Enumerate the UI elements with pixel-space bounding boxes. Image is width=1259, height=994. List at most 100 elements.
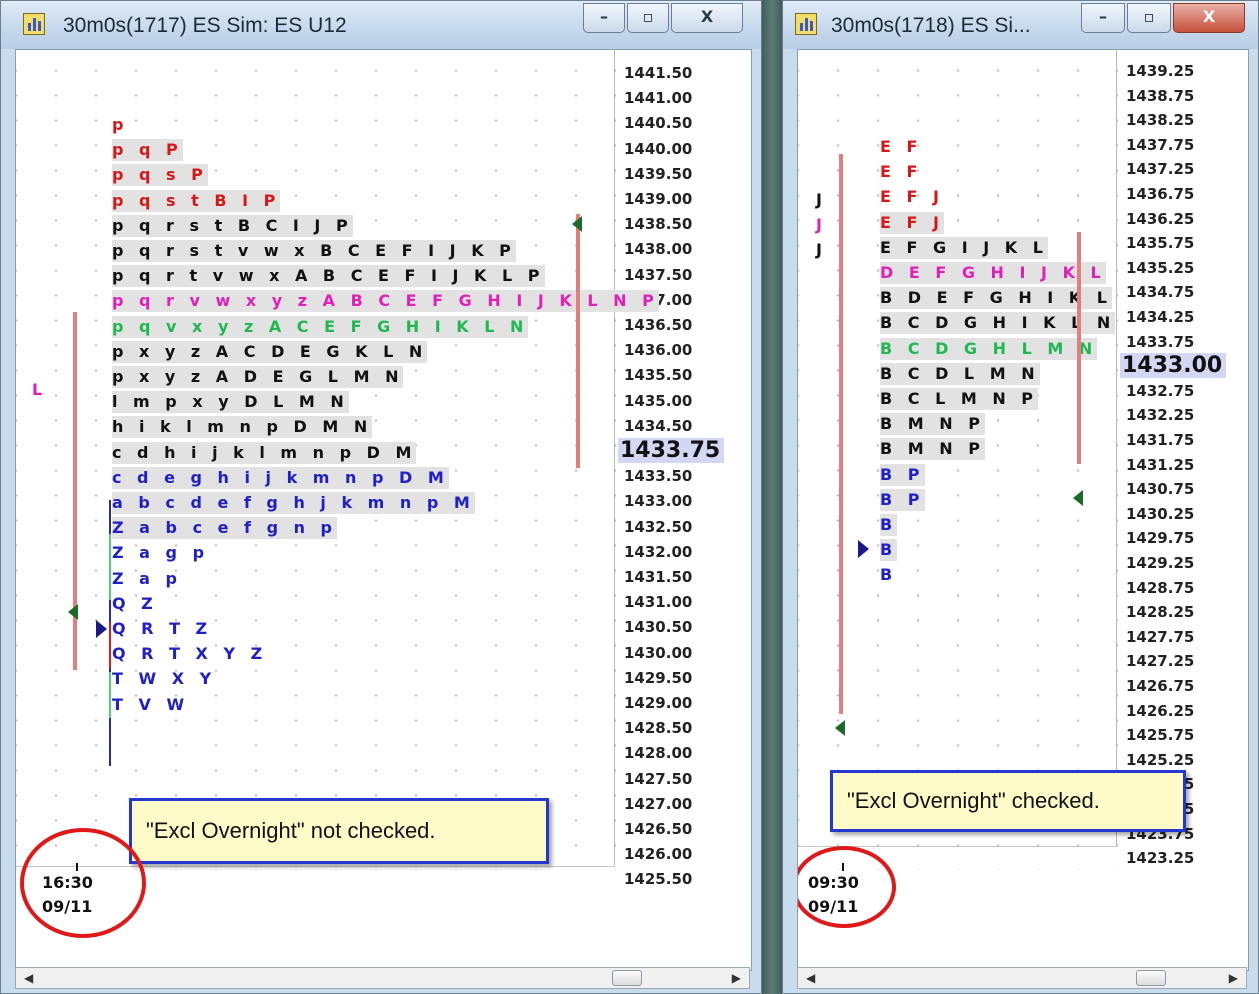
window-gap bbox=[762, 0, 782, 994]
tpo-row: c d h i j k l m n p D M bbox=[112, 441, 417, 464]
tpo-left-label: J bbox=[816, 190, 822, 209]
chart-app-icon[interactable] bbox=[795, 13, 817, 35]
open-price-marker-icon bbox=[96, 620, 107, 638]
tpo-row: B bbox=[880, 565, 898, 585]
tpo-row: B M N P bbox=[880, 413, 985, 436]
scroll-right-icon[interactable]: ▶ bbox=[1229, 971, 1238, 985]
price-tick-label: 1438.50 bbox=[624, 215, 693, 234]
tpo-row: p bbox=[112, 115, 129, 134]
price-tick-label: 1440.50 bbox=[624, 114, 693, 133]
current-price-label: 1433.75 bbox=[618, 438, 725, 463]
price-tick-label: 1432.00 bbox=[624, 542, 693, 561]
value-area-bar bbox=[839, 154, 843, 714]
tpo-row: E F G I J K L bbox=[880, 236, 1048, 259]
close-button[interactable]: X bbox=[1173, 3, 1245, 33]
close-button[interactable]: X bbox=[671, 3, 743, 33]
price-tick-label: 1432.75 bbox=[1126, 381, 1195, 400]
chart-app-icon[interactable] bbox=[23, 13, 45, 35]
tpo-row: a b c d e f g h j k m n p M bbox=[112, 492, 475, 514]
side-label-l: L bbox=[32, 380, 43, 399]
tpo-row: p x y z A D E G L M N bbox=[112, 366, 404, 388]
tpo-row: p x y z A C D E G K L N bbox=[112, 340, 428, 363]
price-tick-label: 1436.50 bbox=[624, 316, 693, 334]
price-tick-label: 1426.00 bbox=[624, 845, 693, 864]
scroll-left-icon[interactable]: ◀ bbox=[806, 971, 815, 985]
tpo-left-label: J bbox=[816, 215, 822, 235]
tpo-left-label: J bbox=[816, 240, 822, 260]
tpo-row: E F J bbox=[880, 187, 944, 207]
window-title: 30m0s(1718) ES Si... bbox=[831, 14, 1031, 37]
minimize-icon: – bbox=[1099, 7, 1107, 26]
tpo-row: p q v x y z A C E F G H I K L N bbox=[112, 315, 529, 338]
price-tick-label: 1429.75 bbox=[1126, 529, 1195, 548]
price-tick-label: 1430.25 bbox=[1126, 504, 1195, 523]
price-tick-label: 1436.00 bbox=[624, 341, 693, 360]
high-marker-icon bbox=[572, 216, 582, 232]
tpo-row: Z a p bbox=[112, 568, 182, 588]
price-tick-label: 1428.50 bbox=[624, 719, 693, 738]
tpo-row: c d e g h i j k m n p D M bbox=[112, 466, 449, 489]
maximize-icon: ▫ bbox=[1143, 7, 1155, 26]
price-tick-label: 1437.75 bbox=[1126, 135, 1195, 154]
price-tick-label: 1425.75 bbox=[1126, 726, 1195, 745]
price-tick-label: 1429.25 bbox=[1126, 554, 1195, 572]
chart-window-1718[interactable]: 30m0s(1718) ES Si... – ▫ X 1439.25 1438.7… bbox=[782, 0, 1259, 994]
value-area-bar-right bbox=[576, 214, 580, 468]
tpo-row: l m p x y D L M N bbox=[112, 391, 349, 414]
chart-area[interactable]: 1441.50 1441.00 1440.50 1440.00 1439.50 1439.… bbox=[15, 49, 752, 971]
price-tick-label: 1437.50 bbox=[624, 265, 693, 284]
price-tick-label: 1432.50 bbox=[624, 517, 693, 536]
price-tick-label: 1425.25 bbox=[1126, 750, 1195, 769]
price-tick-label: 1426.25 bbox=[1126, 701, 1195, 720]
horizontal-scrollbar[interactable]: ◀ ▶ bbox=[797, 967, 1247, 989]
price-tick-label: 1440.00 bbox=[624, 139, 693, 158]
price-tick-label: 1433.75 bbox=[1126, 332, 1195, 351]
minimize-button[interactable]: – bbox=[1081, 3, 1125, 33]
maximize-button[interactable]: ▫ bbox=[627, 3, 669, 33]
price-tick-label: 1430.50 bbox=[624, 618, 693, 637]
price-tick-label: 1438.25 bbox=[1126, 111, 1195, 130]
scroll-thumb[interactable] bbox=[612, 970, 642, 986]
horizontal-scrollbar[interactable]: ◀ ▶ bbox=[15, 967, 750, 989]
price-tick-label: 1428.00 bbox=[624, 744, 693, 763]
price-axis-divider bbox=[614, 50, 615, 866]
tpo-row: T V W bbox=[112, 694, 190, 714]
scroll-thumb[interactable] bbox=[1136, 970, 1166, 986]
open-price-marker-icon bbox=[858, 540, 869, 558]
scroll-right-icon[interactable]: ▶ bbox=[732, 971, 741, 985]
minimize-button[interactable]: – bbox=[583, 3, 625, 33]
price-tick-label: 1436.75 bbox=[1126, 185, 1195, 203]
price-tick-label: 1425.50 bbox=[624, 870, 693, 889]
tpo-row: T W X Y bbox=[112, 669, 217, 689]
highlight-circle bbox=[20, 828, 146, 938]
tpo-row: B bbox=[880, 539, 898, 562]
price-tick-label: 1431.50 bbox=[624, 568, 693, 586]
low-marker-icon bbox=[835, 720, 845, 736]
price-tick-label: 1439.00 bbox=[624, 190, 693, 208]
tpo-row: B bbox=[880, 514, 898, 536]
tpo-row: E F bbox=[880, 162, 923, 182]
high-marker-icon bbox=[1073, 490, 1083, 506]
tpo-row: B P bbox=[880, 488, 925, 511]
title-bar[interactable]: 30m0s(1717) ES Sim: ES U12 – ▫ X bbox=[1, 1, 761, 49]
price-tick-label: 1435.75 bbox=[1126, 234, 1195, 253]
price-tick-label: 1427.25 bbox=[1126, 652, 1195, 671]
price-tick-label: 1430.75 bbox=[1126, 480, 1195, 499]
scroll-left-icon[interactable]: ◀ bbox=[24, 971, 33, 985]
chart-window-1717[interactable]: 30m0s(1717) ES Sim: ES U12 – ▫ X 1441.50… bbox=[0, 0, 762, 994]
maximize-button[interactable]: ▫ bbox=[1127, 3, 1171, 33]
price-tick-label: 1439.25 bbox=[1126, 62, 1195, 80]
price-tick-label: 1435.00 bbox=[624, 391, 693, 410]
tpo-row: B P bbox=[880, 463, 925, 486]
title-bar[interactable]: 30m0s(1718) ES Si... – ▫ X bbox=[783, 1, 1258, 49]
tpo-row: E F bbox=[880, 137, 923, 156]
price-tick-label: 1436.25 bbox=[1126, 209, 1195, 228]
price-tick-label: 1431.00 bbox=[624, 593, 693, 612]
tpo-row: D E F G H I J K L bbox=[880, 262, 1106, 284]
tpo-row: p q r t v w x A B C E F I J K L P bbox=[112, 265, 545, 288]
tpo-row: B C D G H L M N bbox=[880, 337, 1098, 360]
callout-box: "Excl Overnight" not checked. bbox=[129, 798, 549, 864]
chart-area[interactable]: 1439.25 1438.75 1438.25 1437.75 1437.25 1436.… bbox=[797, 49, 1249, 971]
close-icon: X bbox=[1202, 7, 1216, 26]
tpo-row: B M N P bbox=[880, 438, 985, 461]
